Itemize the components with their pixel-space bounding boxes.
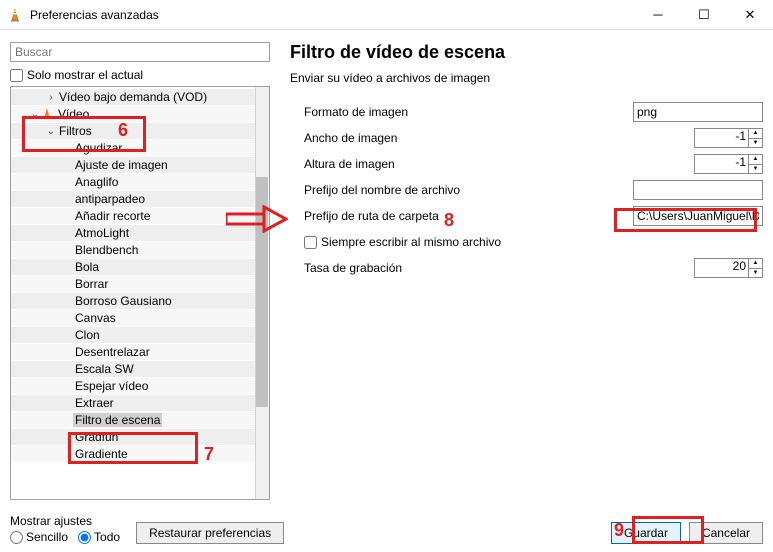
tree-item-label: Canvas <box>73 311 116 325</box>
tree-item-label: Vídeo <box>56 107 89 121</box>
tree-item[interactable]: Bola <box>11 259 269 276</box>
tree-item[interactable]: Espejar vídeo <box>11 378 269 395</box>
show-settings-label: Mostrar ajustes <box>10 514 126 528</box>
tree-item-label: Blendbench <box>73 243 138 257</box>
minimize-button[interactable]: ─ <box>635 0 681 30</box>
fname-label: Prefijo del nombre de archivo <box>304 183 633 197</box>
height-label: Altura de imagen <box>304 157 694 171</box>
tree-item-label: Filtros <box>57 124 92 138</box>
tree-item-label: Anaglifo <box>73 175 118 189</box>
window-title: Preferencias avanzadas <box>30 8 635 22</box>
width-input[interactable]: -1 <box>694 128 749 148</box>
rate-label: Tasa de grabación <box>304 261 694 275</box>
tree-item-label: Gradfun <box>73 430 118 444</box>
vlc-icon <box>8 7 24 23</box>
titlebar: Preferencias avanzadas ─ ☐ ✕ <box>0 0 773 30</box>
tree-item[interactable]: Gradfun <box>11 429 269 446</box>
only-current-label: Solo mostrar el actual <box>27 68 143 82</box>
only-current-checkbox[interactable] <box>10 69 23 82</box>
always-checkbox[interactable] <box>304 236 317 249</box>
tree-scrollbar[interactable] <box>255 87 269 499</box>
tree-item[interactable]: Desentrelazar <box>11 344 269 361</box>
tree-item-label: Borroso Gausiano <box>73 294 172 308</box>
tree-item[interactable]: antiparpadeo <box>11 191 269 208</box>
tree-item-label: Desentrelazar <box>73 345 150 359</box>
tree-item-label: Clon <box>73 328 100 342</box>
tree-item-label: Gradiente <box>73 447 128 461</box>
tree-item[interactable]: Blendbench <box>11 242 269 259</box>
tree-item[interactable]: ⌄Filtros <box>11 123 269 140</box>
format-label: Formato de imagen <box>304 105 633 119</box>
panel-subheading: Enviar su vídeo a archivos de imagen <box>290 71 763 85</box>
save-button[interactable]: Guardar <box>611 522 681 544</box>
tree-item[interactable]: Gradiente <box>11 446 269 463</box>
tree-item-label: Extraer <box>73 396 114 410</box>
rate-input[interactable]: 20 <box>694 258 749 278</box>
tree-item-label: AtmoLight <box>73 226 129 240</box>
maximize-button[interactable]: ☐ <box>681 0 727 30</box>
always-label: Siempre escribir al mismo archivo <box>321 235 501 249</box>
tree-item-label: Escala SW <box>73 362 134 376</box>
format-input[interactable] <box>633 102 763 122</box>
tree-item[interactable]: AtmoLight <box>11 225 269 242</box>
expand-icon[interactable]: ⌄ <box>29 109 41 120</box>
tree-item-label: Bola <box>73 260 99 274</box>
tree-item-label: Vídeo bajo demanda (VOD) <box>57 90 207 104</box>
tree-item-label: Ajuste de imagen <box>73 158 168 172</box>
tree-item-label: Añadir recorte <box>73 209 150 223</box>
radio-all[interactable]: Todo <box>78 530 120 544</box>
reset-button[interactable]: Restaurar preferencias <box>136 522 284 544</box>
tree-item[interactable]: Canvas <box>11 310 269 327</box>
tree-item-label: Filtro de escena <box>73 413 162 427</box>
tree-item[interactable]: Añadir recorte <box>11 208 269 225</box>
width-spinner[interactable]: ▲▼ <box>749 128 763 148</box>
tree-item[interactable]: ›Vídeo bajo demanda (VOD) <box>11 89 269 106</box>
close-button[interactable]: ✕ <box>727 0 773 30</box>
path-input[interactable] <box>633 206 763 226</box>
path-label: Prefijo de ruta de carpeta <box>304 209 633 223</box>
tree-item[interactable]: Borroso Gausiano <box>11 293 269 310</box>
height-input[interactable]: -1 <box>694 154 749 174</box>
tree-item[interactable]: Clon <box>11 327 269 344</box>
cancel-button[interactable]: Cancelar <box>689 522 763 544</box>
tree-item-label: antiparpadeo <box>73 192 145 206</box>
vlc-icon <box>41 107 53 122</box>
tree-item[interactable]: Borrar <box>11 276 269 293</box>
tree-item[interactable]: Anaglifo <box>11 174 269 191</box>
tree-item[interactable]: Extraer <box>11 395 269 412</box>
radio-simple[interactable]: Sencillo <box>10 530 68 544</box>
rate-spinner[interactable]: ▲▼ <box>749 258 763 278</box>
fname-input[interactable] <box>633 180 763 200</box>
panel-heading: Filtro de vídeo de escena <box>290 42 763 63</box>
tree-item[interactable]: Escala SW <box>11 361 269 378</box>
search-input[interactable] <box>10 42 270 62</box>
tree-item[interactable]: Filtro de escena <box>11 412 269 429</box>
expand-icon[interactable]: › <box>45 92 57 103</box>
width-label: Ancho de imagen <box>304 131 694 145</box>
tree-item-label: Borrar <box>73 277 108 291</box>
tree-item[interactable]: ⌄ Vídeo <box>11 106 269 123</box>
tree-view[interactable]: ›Vídeo bajo demanda (VOD)⌄Vídeo⌄FiltrosA… <box>10 86 270 500</box>
expand-icon[interactable]: ⌄ <box>45 126 57 137</box>
tree-item[interactable]: Ajuste de imagen <box>11 157 269 174</box>
height-spinner[interactable]: ▲▼ <box>749 154 763 174</box>
tree-item[interactable]: Agudizar <box>11 140 269 157</box>
tree-item-label: Espejar vídeo <box>73 379 148 393</box>
tree-item-label: Agudizar <box>73 141 122 155</box>
